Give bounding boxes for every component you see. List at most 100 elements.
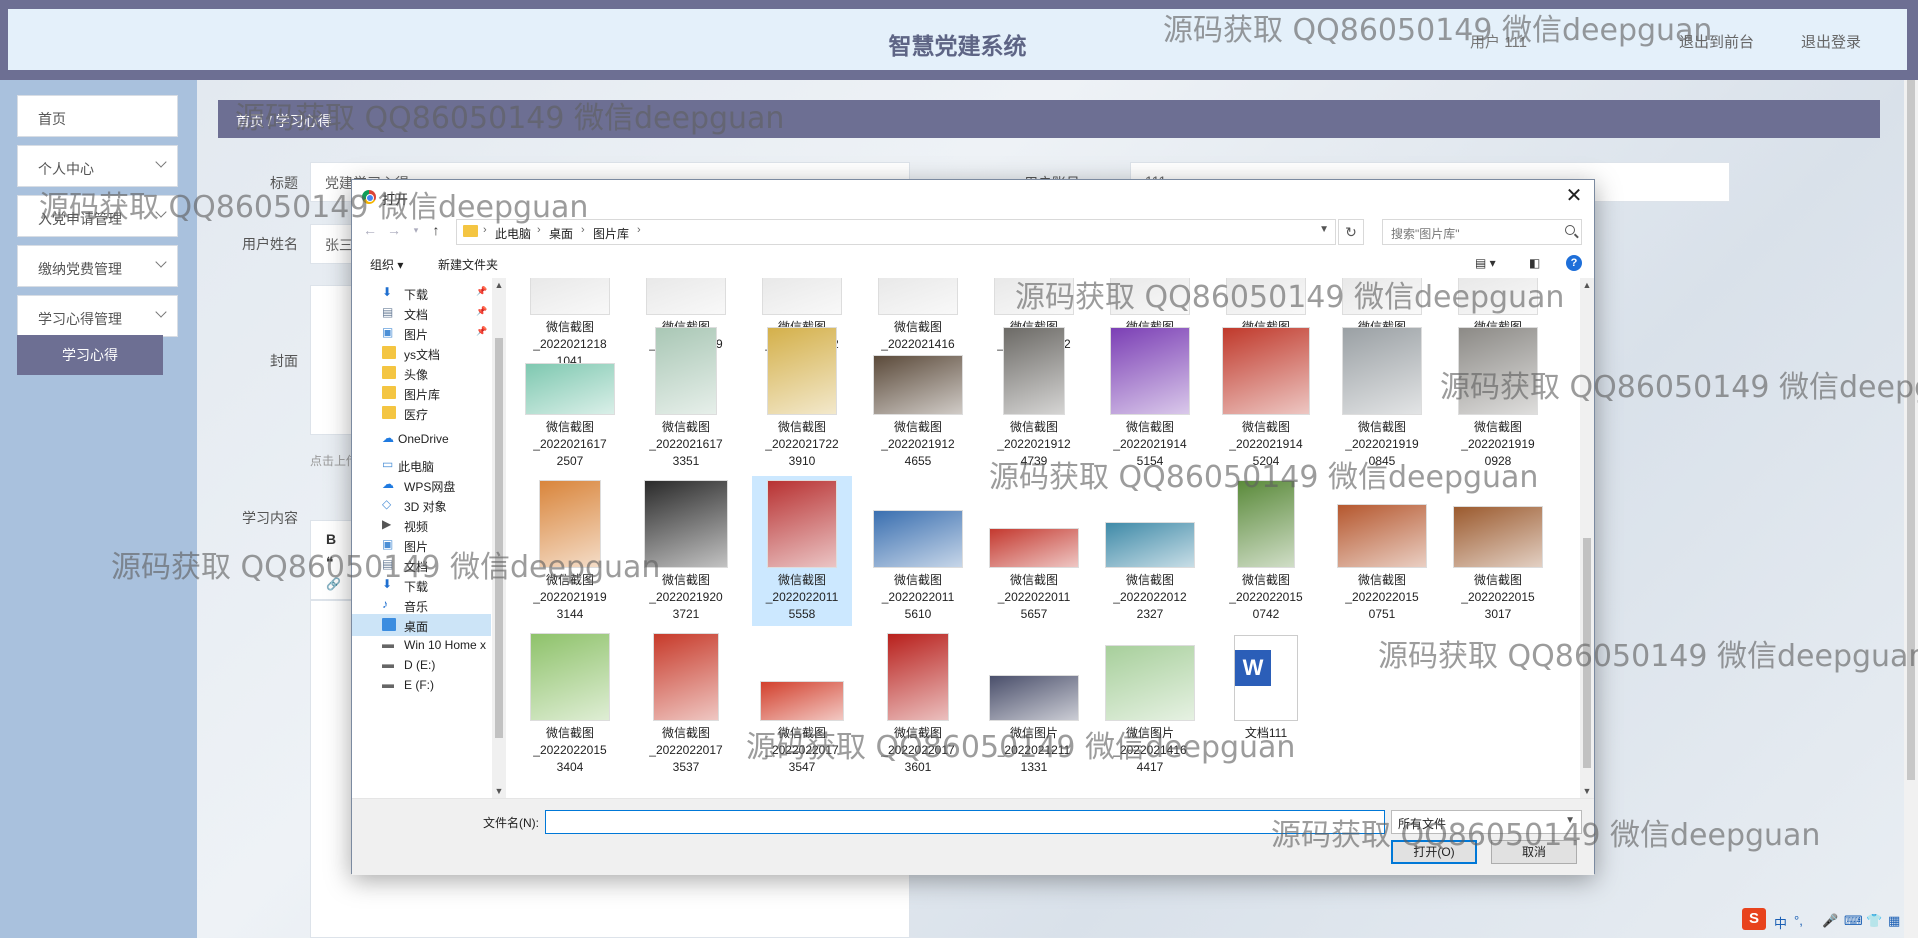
nav-item[interactable]: ▬ Win 10 Home x [352,634,491,656]
file-item[interactable]: 微信截图 _2022021722 3910 [752,323,852,473]
quote-button[interactable]: ❝ [326,554,334,571]
file-item[interactable]: 微信截图 _2022022015 0751 [1332,476,1432,626]
file-item[interactable]: 微信截图 _2022021914 5154 [1100,323,1200,473]
file-name: 微信截图 _2022021722 3910 [765,420,839,468]
up-icon[interactable]: ↑ [426,220,446,240]
file-item[interactable]: 微信截图 _2022022011 5610 [868,476,968,626]
file-item[interactable]: 微信截图 _2022022017 3537 [636,629,736,779]
exit-to-front-link[interactable]: 退出到前台 [1679,31,1754,52]
toolbox-icon[interactable]: ▦ [1888,913,1900,929]
file-item[interactable]: 微信图片 _2022021211 1331 [984,629,1084,779]
keyboard-icon[interactable]: ⌨ [1844,913,1863,929]
file-item[interactable]: 微信截图 _2022021920 3721 [636,476,736,626]
organize-menu[interactable]: 组织 ▾ [370,256,403,273]
cancel-button[interactable]: 取消 [1491,840,1577,864]
nav-item[interactable]: ▶ 视频 [352,514,491,536]
forward-icon[interactable]: → [384,220,404,240]
nav-item[interactable]: ys文档 [352,342,491,364]
file-item[interactable]: 微信截图 _2022021912 4655 [868,323,968,473]
file-item[interactable]: 微信截图 _2022021919 3144 [520,476,620,626]
sidebar-item-party-dues[interactable]: 缴纳党费管理 [17,245,178,287]
bold-button[interactable]: B [326,531,336,547]
file-grid-scrollbar[interactable]: ▲ ▼ [1580,278,1594,798]
nav-item[interactable]: ▤ 文档 [352,554,491,576]
file-grid-scrollbar-thumb[interactable] [1583,538,1591,768]
nav-item[interactable]: ▣ 图片 [352,534,491,556]
scroll-up-icon[interactable]: ▲ [1582,280,1592,290]
file-item[interactable]: 微信截图 _2022021914 5204 [1216,323,1316,473]
scroll-down-icon[interactable]: ▼ [1582,786,1592,796]
search-input[interactable]: 搜索"图片库" [1382,219,1582,245]
nav-item[interactable]: ◇ 3D 对象 [352,494,491,516]
image-thumbnail [1003,327,1065,415]
address-bar[interactable]: › 此电脑 › 桌面 › 图片库 › ▼ [456,219,1336,245]
chevron-down-icon[interactable]: ▼ [1319,224,1329,235]
file-item[interactable]: 微信截图 _2022021617 3351 [636,323,736,473]
ime-language[interactable]: 中 [1774,913,1787,932]
nav-item[interactable]: ▭ 此电脑 [352,454,491,476]
sogou-logo-icon[interactable]: S [1742,908,1766,930]
path-segment[interactable]: 桌面 [549,225,573,242]
nav-item[interactable]: 医疗 [352,402,491,424]
new-folder-button[interactable]: 新建文件夹 [438,256,498,273]
sidebar-item-personal-center[interactable]: 个人中心 [17,145,178,187]
microphone-icon[interactable]: 🎤 [1822,913,1838,929]
path-segment[interactable]: 图片库 [593,225,629,242]
file-item[interactable]: 微信截图 _2022021919 0845 [1332,323,1432,473]
file-item[interactable]: W 文档111 [1216,629,1316,779]
chevron-down-icon [155,206,167,218]
sidebar-item-home[interactable]: 首页 [17,95,178,137]
ime-punctuation[interactable]: °, [1794,913,1803,928]
nav-item[interactable]: 图片库 [352,382,491,404]
file-item[interactable]: 微信截图 _2022022017 3601 [868,629,968,779]
nav-item[interactable]: 头像 [352,362,491,384]
drive-icon: ▬ [382,657,394,671]
file-item[interactable]: 微信截图 _2022022015 0742 [1216,476,1316,626]
sidebar-item-party-application[interactable]: 入党申请管理 [17,195,178,237]
close-icon[interactable]: ✕ [1560,182,1588,210]
back-icon[interactable]: ← [360,220,380,240]
file-item[interactable]: 微信截图 _2022022012 2327 [1100,476,1200,626]
preview-pane-icon[interactable]: ◧ [1529,256,1540,270]
file-item[interactable]: 微信截图 _2022021617 2507 [520,323,620,473]
page-scrollbar[interactable] [1904,80,1918,938]
file-name-input[interactable] [545,810,1385,834]
file-item[interactable]: 微信截图 _2022021912 4739 [984,323,1084,473]
recent-dropdown-icon[interactable]: ▾ [406,220,426,240]
scroll-down-icon[interactable]: ▼ [494,786,504,796]
file-item[interactable]: 微信图片 _2022021416 4417 [1100,629,1200,779]
nav-item[interactable]: ▬ E (F:) [352,674,491,696]
nav-pane-scrollbar-thumb[interactable] [495,338,503,738]
path-segment[interactable]: 此电脑 [495,225,531,242]
nav-item[interactable]: ▬ D (E:) [352,654,491,676]
file-item[interactable]: 微信截图 _2022022011 5558 [752,476,852,626]
scroll-up-icon[interactable]: ▲ [494,280,504,290]
page-scrollbar-thumb[interactable] [1907,80,1915,780]
help-icon[interactable]: ? [1566,255,1582,271]
nav-item[interactable]: ⬇ 下载 [352,574,491,596]
nav-item[interactable]: ▤ 文档 📌 [352,302,491,324]
view-options-icon[interactable]: ▤ ▾ [1475,256,1496,270]
nav-item[interactable]: ⬇ 下载 📌 [352,282,491,304]
open-button[interactable]: 打开(O) [1391,840,1477,864]
chrome-icon [362,190,376,204]
file-item[interactable]: 微信截图 _2022022011 5657 [984,476,1084,626]
skin-icon[interactable]: 👕 [1866,913,1882,929]
sidebar-subitem-study-notes[interactable]: 学习心得 [17,335,163,375]
link-button[interactable]: 🔗 [326,577,341,591]
file-item[interactable]: 微信截图 _2022021919 0928 [1448,323,1548,473]
nav-item[interactable]: ♪ 音乐 [352,594,491,616]
sidebar-item-study-notes[interactable]: 学习心得管理 [17,295,178,337]
nav-item[interactable]: ☁ OneDrive [352,428,491,450]
nav-item[interactable]: ▣ 图片 📌 [352,322,491,344]
file-item[interactable]: 微信截图 _2022022015 3404 [520,629,620,779]
refresh-icon[interactable]: ↻ [1338,219,1364,245]
file-item[interactable]: 微信截图 _2022022015 3017 [1448,476,1548,626]
file-name: 微信图片 _2022021211 1331 [997,726,1071,774]
logout-link[interactable]: 退出登录 [1801,31,1861,52]
nav-item[interactable]: ☁ WPS网盘 [352,474,491,496]
nav-pane-scrollbar[interactable]: ▲ ▼ [492,278,506,798]
nav-item[interactable]: 桌面 [352,614,491,636]
file-item[interactable]: 微信截图 _2022022017 3547 [752,629,852,779]
file-type-select[interactable]: 所有文件 ▼ [1391,810,1582,834]
